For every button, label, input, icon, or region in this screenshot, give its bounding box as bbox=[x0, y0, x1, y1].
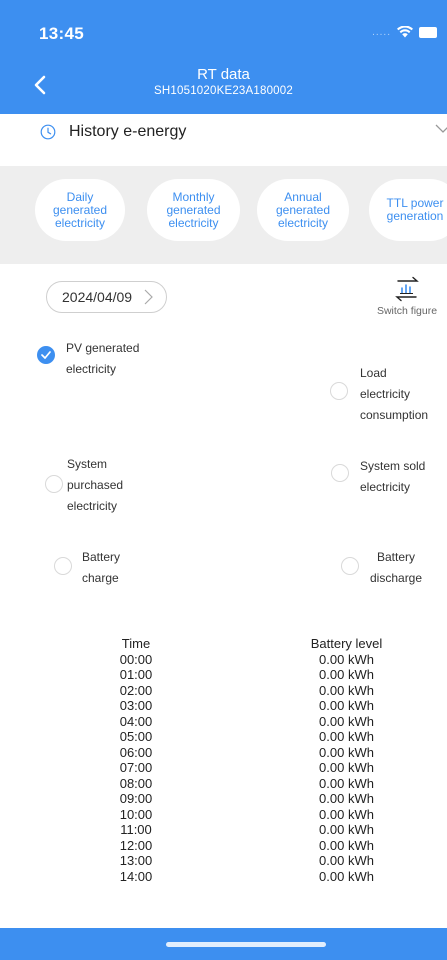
table-row: 11:00 0.00 kWh bbox=[120, 822, 374, 837]
header-time: Time bbox=[121, 636, 151, 651]
switch-chart-icon bbox=[395, 276, 419, 302]
battery-icon bbox=[419, 26, 437, 38]
tab-ttl[interactable]: TTL power generation bbox=[369, 179, 447, 241]
clock-icon bbox=[40, 124, 56, 140]
table-row: 09:00 0.00 kWh bbox=[119, 791, 374, 806]
tab-ttl-label: TTL power generation bbox=[386, 196, 444, 223]
history-label: History e-energy bbox=[69, 123, 187, 140]
bottom-bar bbox=[0, 928, 447, 960]
period-tabs: Daily generated electricity Monthly generat… bbox=[0, 166, 447, 264]
history-dropdown[interactable]: History e-energy bbox=[0, 114, 447, 150]
table-row: 10:00 0.00 kWh bbox=[119, 806, 374, 822]
tab-daily-label: Daily generated electricity bbox=[52, 189, 108, 230]
date-picker[interactable]: 2024/04/09 bbox=[46, 281, 167, 313]
table-row: 13:00 0.00 kWh bbox=[119, 853, 374, 868]
tab-annual-label: Annual generated electricity bbox=[275, 189, 331, 230]
tab-annual[interactable]: Annual generated electricity bbox=[257, 179, 349, 241]
option-label: Battery discharge bbox=[370, 550, 423, 585]
switch-figure-button[interactable]: Switch figure bbox=[372, 276, 442, 317]
table-header: Time Battery level bbox=[0, 636, 447, 652]
device-serial: SH1051020KE23A180002 bbox=[154, 85, 293, 97]
home-indicator[interactable] bbox=[166, 942, 326, 947]
chevron-down-icon bbox=[435, 124, 447, 133]
switch-figure-label: Switch figure bbox=[376, 305, 438, 317]
chevron-right-icon bbox=[144, 289, 153, 305]
tab-monthly-label: Monthly generated electricity bbox=[166, 189, 221, 230]
checkbox-checked[interactable] bbox=[37, 346, 55, 364]
checkbox[interactable] bbox=[331, 464, 349, 482]
app-header: 13:45 ..... RT data SH1051020KE23A180002 bbox=[0, 0, 447, 114]
data-table: Time Battery level 00:00 0.00 kWh 01:00 0.… bbox=[0, 636, 447, 884]
page-title: RT data bbox=[197, 66, 250, 83]
checkbox[interactable] bbox=[45, 475, 63, 493]
table-row: 00:00 0.00 kWh bbox=[119, 651, 374, 667]
table-row: 07:00 0.00 kWh bbox=[119, 760, 374, 775]
option-system-purchased[interactable]: System purchased electricity bbox=[45, 454, 123, 517]
option-label: Battery charge bbox=[82, 550, 121, 585]
option-system-sold[interactable]: System sold electricity bbox=[331, 456, 425, 498]
check-icon bbox=[41, 351, 51, 359]
table-row: 01:00 0.00 kWh bbox=[119, 667, 374, 682]
option-battery-charge[interactable]: Battery charge bbox=[54, 547, 120, 589]
table-row: 04:00 0.00 kWh bbox=[119, 713, 374, 729]
checkbox[interactable] bbox=[330, 382, 348, 400]
option-load-consumption[interactable]: Load electricity consumption bbox=[330, 363, 428, 426]
checkbox[interactable] bbox=[54, 557, 72, 575]
header-battery-level: Battery level bbox=[310, 636, 383, 651]
option-label: System sold electricity bbox=[360, 459, 426, 494]
option-label: PV generated electricity bbox=[66, 341, 140, 376]
wifi-icon bbox=[397, 26, 413, 38]
table-row: 06:00 0.00 kWh bbox=[119, 744, 374, 760]
table-row: 12:00 0.00 kWh bbox=[119, 837, 374, 853]
signal-icon: ..... bbox=[372, 26, 391, 38]
date-value: 2024/04/09 bbox=[62, 289, 133, 305]
title-block: RT data SH1051020KE23A180002 bbox=[0, 66, 447, 97]
table-row: 03:00 0.00 kWh bbox=[119, 698, 374, 713]
checkbox[interactable] bbox=[341, 557, 359, 575]
table-row: 14:00 0.00 kWh bbox=[119, 868, 374, 884]
table-row: 08:00 0.00 kWh bbox=[119, 775, 374, 791]
table-row: 02:00 0.00 kWh bbox=[119, 682, 374, 698]
table-row: 05:00 0.00 kWh bbox=[119, 729, 374, 744]
tab-monthly[interactable]: Monthly generated electricity bbox=[147, 179, 240, 241]
option-battery-discharge[interactable]: Battery discharge bbox=[341, 547, 422, 589]
status-indicators: ..... bbox=[372, 26, 437, 38]
option-label: Load electricity consumption bbox=[360, 366, 429, 422]
option-pv-generated[interactable]: PV generated electricity bbox=[37, 338, 139, 380]
option-label: System purchased electricity bbox=[67, 457, 124, 513]
status-time: 13:45 bbox=[39, 24, 84, 43]
tab-daily[interactable]: Daily generated electricity bbox=[35, 179, 125, 241]
